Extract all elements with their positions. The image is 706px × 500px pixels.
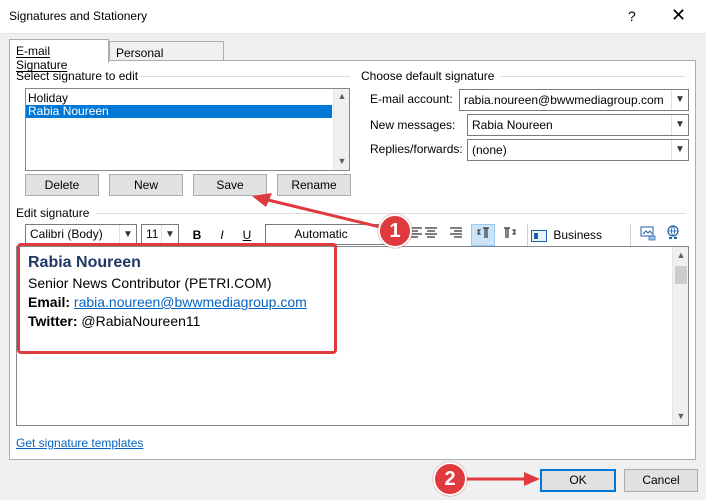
tab-email-signature-label: E-mail Signature	[16, 44, 68, 72]
annotation-badge-2: 2	[433, 462, 467, 496]
annotation-arrows	[252, 193, 540, 486]
annotation-badge-1: 1	[378, 214, 412, 248]
tab-email-signature[interactable]: E-mail Signature	[9, 39, 109, 72]
